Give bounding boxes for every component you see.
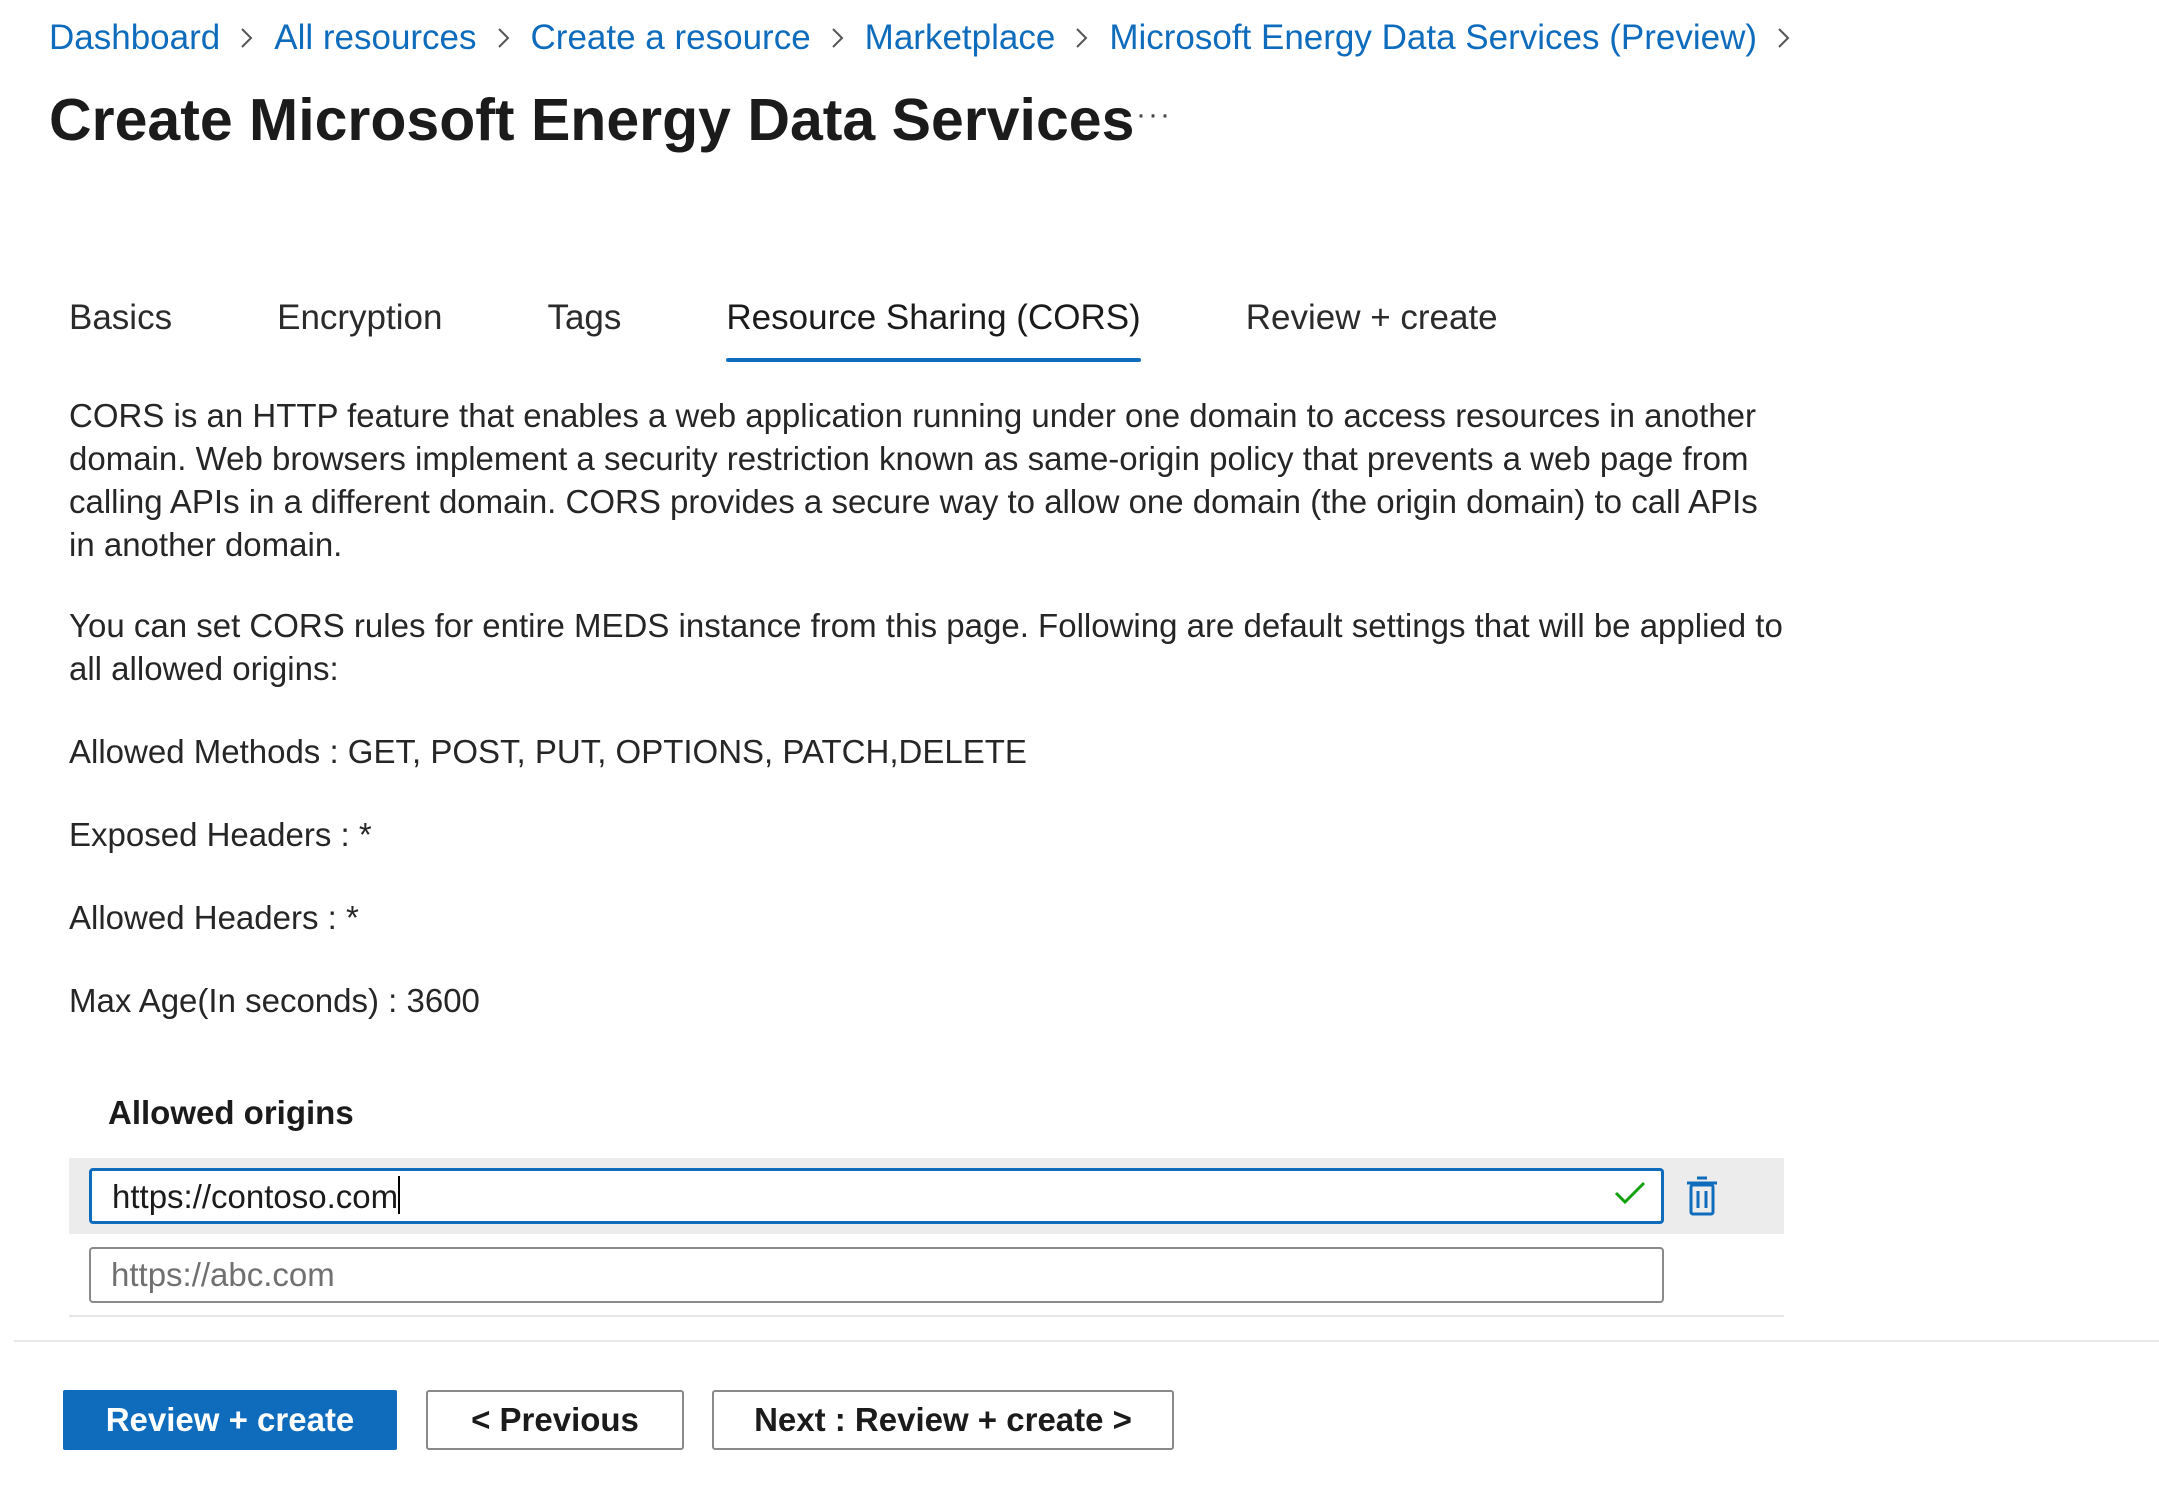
delete-icon[interactable] <box>1684 1175 1720 1222</box>
next-review-create-button[interactable]: Next : Review + create > <box>712 1390 1174 1450</box>
check-icon <box>1614 1180 1646 1211</box>
divider <box>69 1315 1784 1317</box>
previous-button[interactable]: < Previous <box>426 1390 684 1450</box>
chevron-right-icon <box>232 27 262 49</box>
max-age-text: Max Age(In seconds) : 3600 <box>69 982 480 1019</box>
origin-input[interactable]: https://contoso.com <box>89 1168 1664 1224</box>
breadcrumb-all-resources[interactable]: All resources <box>274 18 476 58</box>
chevron-right-icon <box>1769 27 1799 49</box>
text-caret <box>398 1176 401 1214</box>
tab-resource-sharing-cors[interactable]: Resource Sharing (CORS) <box>705 298 1161 364</box>
breadcrumb: Dashboard All resources Create a resourc… <box>49 18 1811 58</box>
chevron-right-icon <box>489 27 519 49</box>
tab-bar: Basics Encryption Tags Resource Sharing … <box>48 298 1582 364</box>
review-create-button[interactable]: Review + create <box>63 1390 397 1450</box>
tab-basics[interactable]: Basics <box>48 298 193 364</box>
breadcrumb-energy-data-services[interactable]: Microsoft Energy Data Services (Preview) <box>1109 18 1757 58</box>
cors-intro-text: CORS is an HTTP feature that enables a w… <box>69 397 1758 563</box>
tab-encryption[interactable]: Encryption <box>256 298 463 364</box>
allowed-headers-text: Allowed Headers : * <box>69 899 359 936</box>
divider <box>14 1340 2159 1342</box>
allowed-methods-text: Allowed Methods : GET, POST, PUT, OPTION… <box>69 733 1027 770</box>
allowed-origins-label: Allowed origins <box>108 1094 354 1131</box>
more-options-button[interactable]: ··· <box>1136 98 1172 132</box>
tab-review-create[interactable]: Review + create <box>1225 298 1519 364</box>
chevron-right-icon <box>823 27 853 49</box>
origin-input-value: https://contoso.com <box>112 1178 399 1215</box>
new-origin-input[interactable]: https://abc.com <box>89 1247 1664 1303</box>
settings-intro-text: You can set CORS rules for entire MEDS i… <box>69 607 1783 687</box>
exposed-headers-text: Exposed Headers : * <box>69 816 372 853</box>
breadcrumb-dashboard[interactable]: Dashboard <box>49 18 220 58</box>
page-title: Create Microsoft Energy Data Services <box>49 87 1135 153</box>
tab-tags[interactable]: Tags <box>526 298 642 364</box>
breadcrumb-marketplace[interactable]: Marketplace <box>865 18 1056 58</box>
breadcrumb-create-resource[interactable]: Create a resource <box>531 18 811 58</box>
cors-description: CORS is an HTTP feature that enables a w… <box>69 394 1789 1062</box>
chevron-right-icon <box>1067 27 1097 49</box>
